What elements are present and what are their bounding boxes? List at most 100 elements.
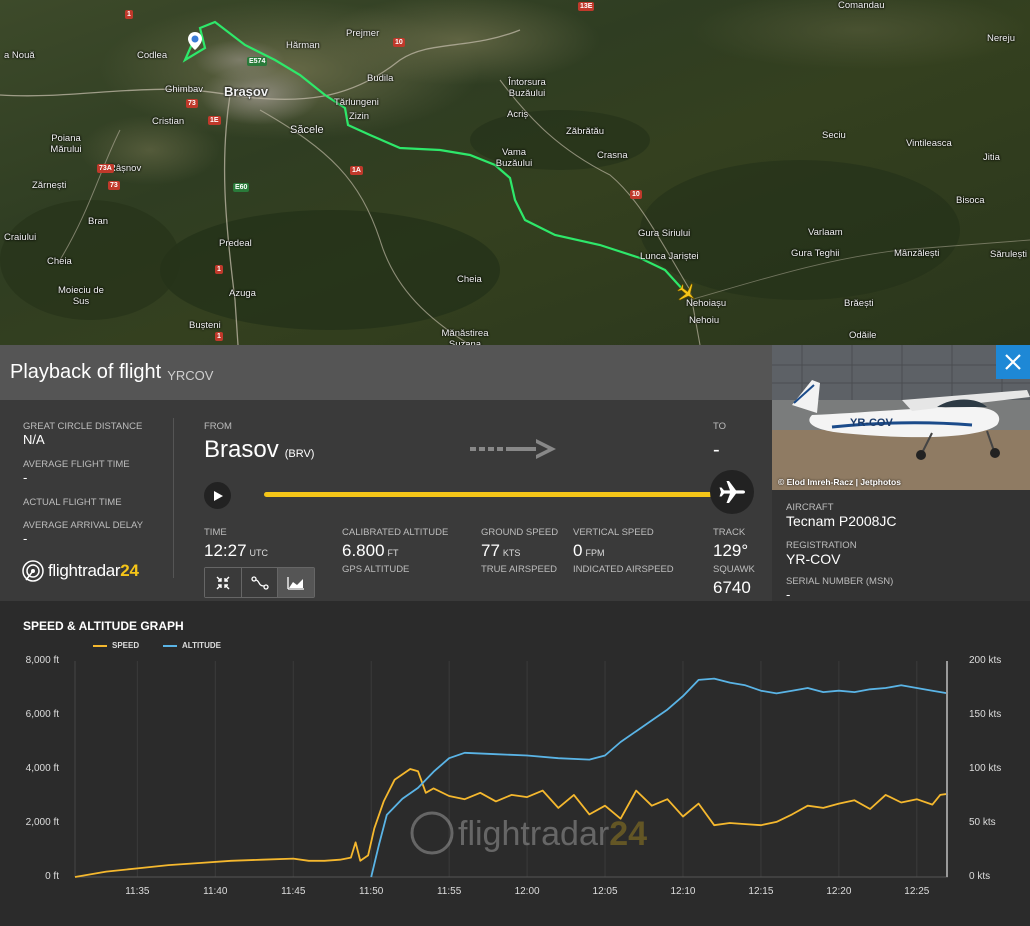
route-arrow-icon <box>470 439 556 459</box>
view-compact-button[interactable] <box>205 568 242 597</box>
watermark-radar-icon <box>410 811 454 855</box>
great-circle-distance-label: GREAT CIRCLE DISTANCE <box>23 421 143 432</box>
route-icon <box>250 575 269 590</box>
play-icon <box>213 490 223 501</box>
actual-flight-time-label: ACTUAL FLIGHT TIME <box>23 497 122 508</box>
vertical-speed-label: VERTICAL SPEED <box>573 527 654 538</box>
time-value: 12:27 UTC <box>204 541 268 561</box>
calibrated-altitude-number: 6.800 <box>342 541 385 560</box>
road-number-label: 1 <box>215 332 223 341</box>
map-place-label: Crasna <box>597 150 628 161</box>
radar-logo-icon <box>22 560 44 582</box>
playback-handle[interactable] <box>710 470 754 514</box>
time-axis-tick-label: 11:55 <box>436 886 462 897</box>
aircraft-photo[interactable]: YR-COV © Elod Imreh-Racz | Jetphotos <box>772 345 1030 490</box>
map-place-label: Sărulești <box>990 249 1027 260</box>
map-place-label: Cheia <box>47 256 72 267</box>
time-axis-tick-label: 12:10 <box>670 886 696 897</box>
map-place-label: Odăile <box>849 330 877 341</box>
map-place-label: Ghimbav <box>165 84 204 95</box>
road-number-label: E60 <box>233 183 250 192</box>
from-airport-code: (BRV) <box>284 448 315 460</box>
watermark: flightradar24 <box>410 811 647 855</box>
flight-callsign: YRCOV <box>167 367 214 383</box>
play-button[interactable] <box>204 482 231 509</box>
photo-registration-text: YR-COV <box>850 417 893 429</box>
view-route-button[interactable] <box>241 568 279 597</box>
close-icon <box>1005 354 1021 370</box>
watermark-text-b: 24 <box>609 815 647 853</box>
origin-pin-icon[interactable] <box>188 32 202 50</box>
playback-progress-bar[interactable] <box>264 492 721 497</box>
right-axis-tick-label: 100 kts <box>969 763 1002 774</box>
map-place-label: Acriș <box>507 109 529 120</box>
left-axis-tick-label: 8,000 ft <box>25 655 59 666</box>
aircraft-photo-image <box>772 345 1030 490</box>
photo-credit: © Elod Imreh-Racz | Jetphotos <box>778 477 901 487</box>
flightradar24-logo[interactable]: flightradar24 <box>22 560 139 582</box>
aircraft-type-label: AIRCRAFT <box>786 502 834 513</box>
ground-speed-value: 77 KTS <box>481 541 520 561</box>
true-airspeed-label: TRUE AIRSPEED <box>481 564 558 575</box>
calibrated-altitude-unit: FT <box>387 548 399 558</box>
map-place-label: Moieciu de Sus <box>58 285 104 307</box>
time-unit: UTC <box>249 548 269 558</box>
aircraft-info-panel: YR-COV © Elod Imreh-Racz | Jetphotos AIR… <box>772 345 1030 602</box>
average-flight-time-label: AVERAGE FLIGHT TIME <box>23 459 130 470</box>
to-label: TO <box>713 421 727 432</box>
right-axis-tick-label: 150 kts <box>969 709 1002 720</box>
squawk-label: SQUAWK <box>713 564 755 575</box>
right-axis-tick-label: 0 kts <box>969 871 991 882</box>
registration-label: REGISTRATION <box>786 540 857 551</box>
road-number-label: 10 <box>393 38 405 47</box>
view-graph-button[interactable] <box>278 568 315 597</box>
map-place-label: Lunca Jariștei <box>640 251 699 262</box>
map-place-label: Jitia <box>983 152 1000 163</box>
map-place-label: Cristian <box>152 116 185 127</box>
collapse-icon <box>216 576 230 589</box>
time-axis-tick-label: 11:40 <box>203 886 228 897</box>
graph-icon <box>287 576 305 590</box>
track-value: 129° <box>713 541 749 560</box>
road-number-label: 10 <box>630 190 642 199</box>
time-axis-tick-label: 12:05 <box>592 886 618 897</box>
map-place-label: Comandau <box>838 0 885 11</box>
map-place-label: Bușteni <box>189 320 221 331</box>
average-arrival-delay-value: - <box>23 531 28 546</box>
time-axis-tick-label: 11:45 <box>281 886 306 897</box>
from-city-name: Brasov <box>204 436 279 463</box>
map-place-label: Seciu <box>822 130 846 141</box>
map-place-label: Bisoca <box>956 195 985 206</box>
map-place-label: Zărnești <box>32 180 67 191</box>
map-place-label: Vintileasca <box>906 138 952 149</box>
serial-number-label: SERIAL NUMBER (MSN) <box>786 576 894 587</box>
map-place-label: Azuga <box>229 288 256 299</box>
map-place-label: Varlaam <box>808 227 843 238</box>
map-place-label: Poiana Mărului <box>50 133 82 155</box>
left-axis-tick-label: 4,000 ft <box>25 763 59 774</box>
close-button[interactable] <box>996 345 1030 379</box>
serial-number-value: - <box>786 587 791 602</box>
chart-canvas: flightradar24 <box>74 661 949 878</box>
road-number-label: 73 <box>186 99 198 108</box>
flight-map[interactable]: Codlea Hărman Prejmer Ghimbav Brașov Budila Cr… <box>0 0 1030 345</box>
speed-altitude-graph[interactable]: SPEED & ALTITUDE GRAPH SPEED ALTITUDE fl… <box>0 601 1030 926</box>
time-axis-tick-label: 12:25 <box>904 886 930 897</box>
road-number-label: 73A <box>97 164 114 173</box>
average-flight-time-value: - <box>23 470 28 485</box>
panel-title: Playback of flight <box>10 361 162 383</box>
time-axis-tick-label: 12:00 <box>514 886 540 897</box>
flight-info-panel: Playback of flight YRCOV GREAT CIRCLE DI… <box>0 345 772 601</box>
left-axis-tick-label: 2,000 ft <box>25 817 59 828</box>
map-place-label: Mânzălești <box>894 248 940 259</box>
column-divider <box>173 418 174 578</box>
to-value: - <box>713 439 720 461</box>
time-number: 12:27 <box>204 541 247 560</box>
road-number-label: 1 <box>215 265 223 274</box>
map-place-label: Brașov <box>224 84 269 99</box>
great-circle-distance-value: N/A <box>23 432 45 447</box>
vertical-speed-value: 0 FPM <box>573 541 604 561</box>
map-place-label: Budila <box>367 73 394 84</box>
airplane-icon <box>719 481 745 503</box>
view-mode-toggle <box>204 567 315 598</box>
